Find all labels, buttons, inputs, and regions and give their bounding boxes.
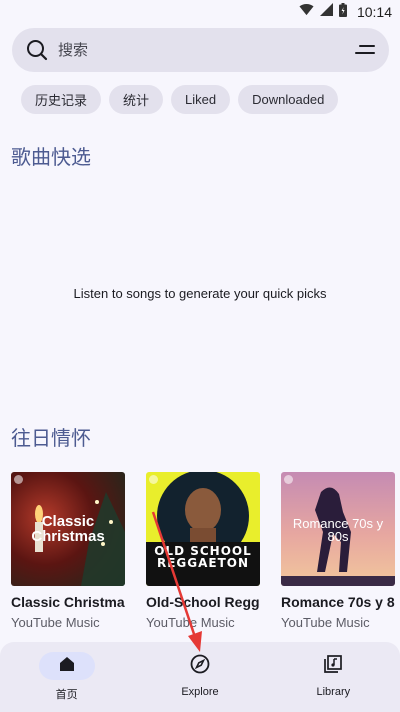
wifi-icon xyxy=(299,3,314,21)
nav-home-label: 首页 xyxy=(55,689,78,701)
card-subtitle: YouTube Music xyxy=(11,615,100,630)
bottom-navigation: 首页 Explore Library xyxy=(0,642,400,712)
filter-chips: 历史记录 统计 Liked Downloaded xyxy=(21,85,339,114)
chip-history[interactable]: 历史记录 xyxy=(21,85,102,114)
card-title: Classic Christmas xyxy=(11,594,125,610)
cover-classic-christmas[interactable]: Classic Christmas xyxy=(11,472,125,586)
nav-home[interactable]: 首页 xyxy=(0,642,133,712)
nav-explore-indicator xyxy=(172,652,228,680)
home-icon xyxy=(58,655,76,678)
search-bar[interactable] xyxy=(12,28,389,72)
clock: 10:14 xyxy=(356,4,392,20)
cover-badge xyxy=(149,475,158,484)
playlist-row: Classic Christmas Classic Christmas YouT… xyxy=(11,472,395,630)
card-title: Old-School Reggaeton xyxy=(146,594,260,610)
card-subtitle: YouTube Music xyxy=(146,615,235,630)
cover-title: Classic Christmas xyxy=(31,513,105,545)
compass-icon xyxy=(190,654,210,679)
chip-liked[interactable]: Liked xyxy=(171,85,231,114)
library-icon xyxy=(324,654,343,678)
cover-romance-70s-80s[interactable]: Romance 70s y 80s xyxy=(281,472,395,586)
cover-title: OLD SCHOOL REGGAETON xyxy=(154,544,252,570)
cover-old-school-reggaeton[interactable]: OLD SCHOOL REGGAETON xyxy=(146,472,260,586)
nav-explore-label: Explore xyxy=(181,686,219,698)
signal-icon xyxy=(319,3,333,21)
search-icon[interactable] xyxy=(25,38,49,67)
cover-badge xyxy=(14,475,23,484)
nav-library[interactable]: Library xyxy=(267,642,400,712)
battery-icon xyxy=(338,2,347,22)
nav-explore[interactable]: Explore xyxy=(133,642,266,712)
quick-picks-empty-message: Listen to songs to generate your quick p… xyxy=(73,286,327,301)
playlist-card[interactable]: OLD SCHOOL REGGAETON Old-School Reggaeto… xyxy=(146,472,260,630)
filter-icon[interactable] xyxy=(355,41,375,64)
nav-library-indicator xyxy=(305,652,361,680)
nostalgia-title: 往日情怀 xyxy=(11,428,91,450)
card-subtitle: YouTube Music xyxy=(281,615,370,630)
chip-stats[interactable]: 统计 xyxy=(109,85,164,114)
chip-downloaded[interactable]: Downloaded xyxy=(238,85,339,114)
status-bar: 10:14 xyxy=(0,0,400,24)
search-input[interactable] xyxy=(58,28,338,72)
nav-library-label: Library xyxy=(316,686,351,698)
cover-title: Romance 70s y 80s xyxy=(292,516,384,544)
nav-home-indicator xyxy=(38,652,95,680)
card-title: Romance 70s y 80s xyxy=(281,594,395,610)
quick-picks-title: 歌曲快选 xyxy=(11,147,91,169)
playlist-card[interactable]: Classic Christmas Classic Christmas YouT… xyxy=(11,472,125,630)
playlist-card[interactable]: Romance 70s y 80s Romance 70s y 80s YouT… xyxy=(281,472,395,630)
cover-badge xyxy=(284,475,293,484)
